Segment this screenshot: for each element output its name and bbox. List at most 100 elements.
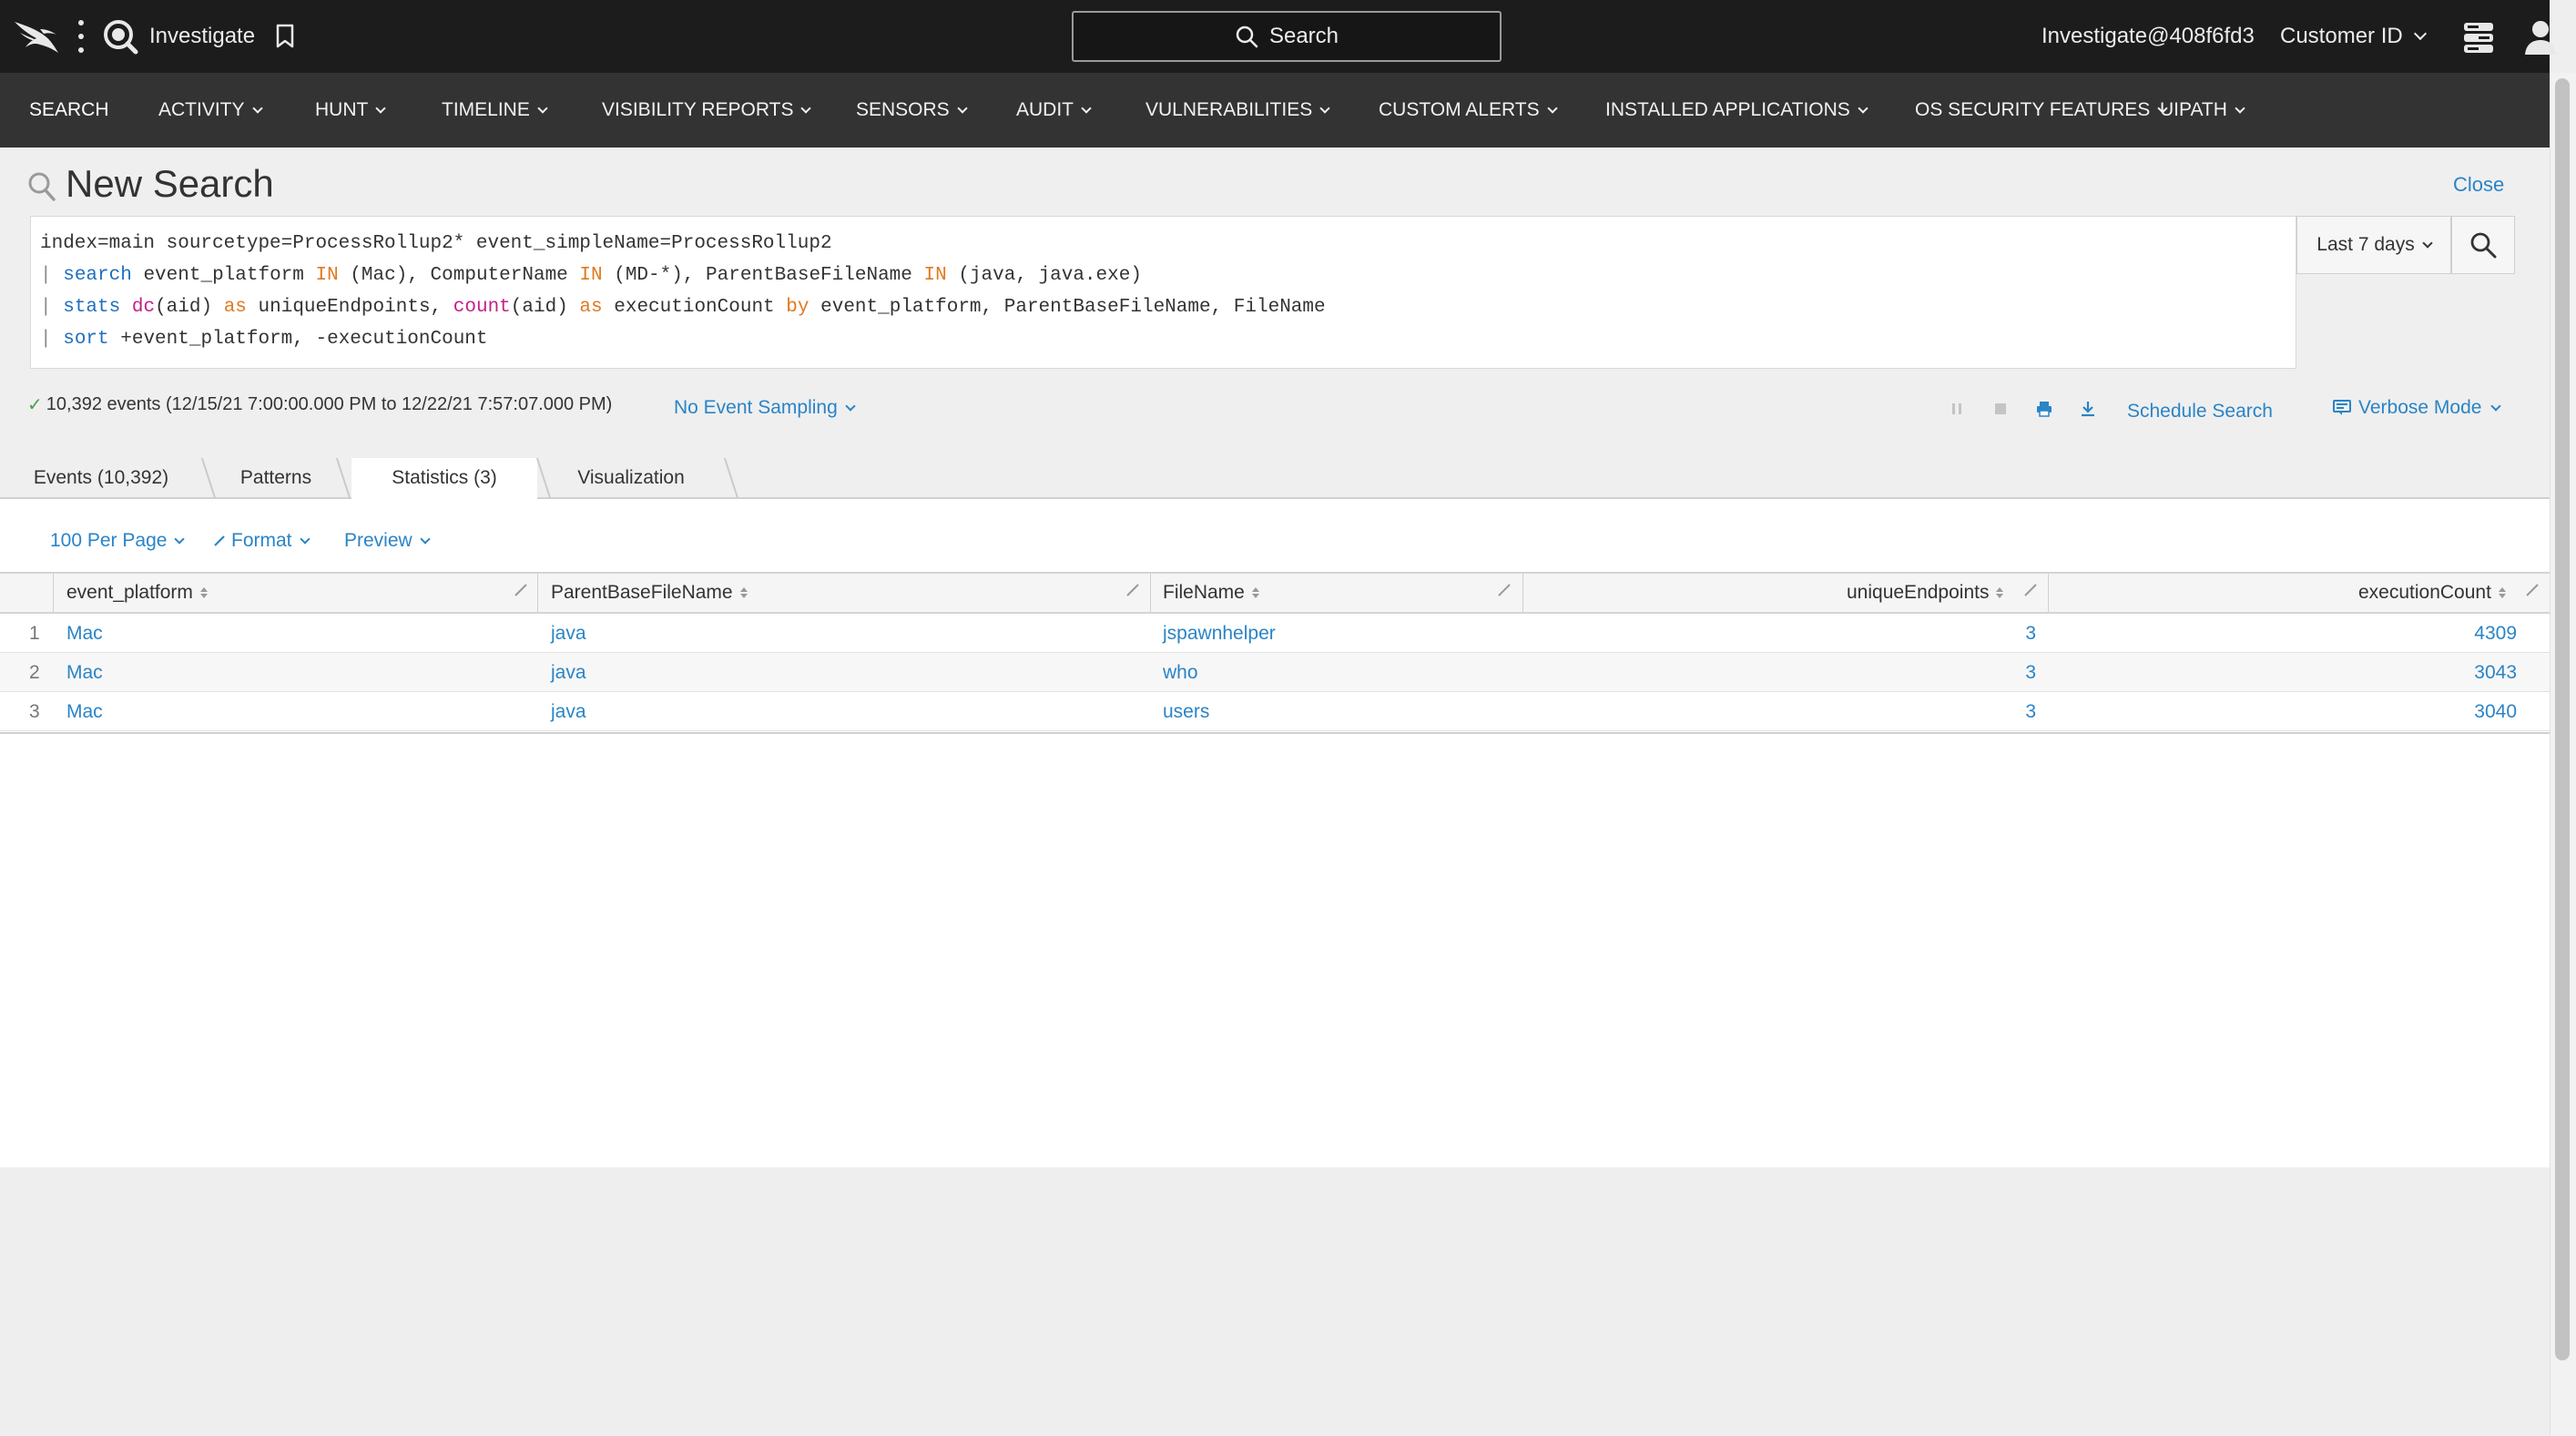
cell-unique-endpoints[interactable]: 3 xyxy=(1958,692,2036,731)
cell-execution-count[interactable]: 3040 xyxy=(2413,692,2517,731)
print-icon[interactable] xyxy=(2034,399,2054,419)
query-text: index=main sourcetype=ProcessRollup2* ev… xyxy=(40,233,832,254)
tab-visualization[interactable]: Visualization xyxy=(552,458,710,498)
download-icon[interactable] xyxy=(2078,399,2098,419)
nav-visibility-reports-label: VISIBILITY REPORTS xyxy=(602,99,794,120)
edit-column-icon[interactable] xyxy=(1497,583,1512,597)
cell-unique-endpoints[interactable]: 3 xyxy=(1958,614,2036,653)
search-icon xyxy=(1236,25,1258,48)
cell-parent-base-file-name[interactable]: java xyxy=(551,653,586,692)
nav-timeline[interactable]: TIMELINE xyxy=(442,73,548,148)
column-header-parent-base-file-name[interactable]: ParentBaseFileName xyxy=(551,572,748,614)
edit-column-icon[interactable] xyxy=(1125,583,1140,597)
customer-id-dropdown[interactable]: Customer ID xyxy=(2280,24,2427,49)
query-text: (aid) xyxy=(155,297,213,318)
falcon-logo-icon[interactable] xyxy=(13,16,62,56)
nav-search[interactable]: SEARCH xyxy=(29,73,109,148)
chevron-down-icon xyxy=(174,534,186,545)
chevron-down-icon xyxy=(2490,401,2502,412)
stop-icon[interactable] xyxy=(1991,399,2011,419)
query-line-4: | sort +event_platform, -executionCount xyxy=(40,323,2286,355)
customer-id-label: Customer ID xyxy=(2280,24,2403,48)
query-text: executionCount xyxy=(614,297,775,318)
global-search-button[interactable]: Search xyxy=(1072,11,1502,62)
checkmark-icon: ✓ xyxy=(27,395,43,415)
nav-audit-label: AUDIT xyxy=(1016,99,1074,120)
edit-column-icon[interactable] xyxy=(514,583,528,597)
column-header-unique-endpoints[interactable]: uniqueEndpoints xyxy=(1847,572,2004,614)
format-label: Format xyxy=(231,530,292,551)
bookmark-icon[interactable] xyxy=(275,24,295,49)
cell-file-name[interactable]: jspawnhelper xyxy=(1163,614,1276,653)
search-mode-dropdown[interactable]: Verbose Mode xyxy=(2333,397,2502,419)
cell-file-name[interactable]: who xyxy=(1163,653,1198,692)
nav-search-label: SEARCH xyxy=(29,99,109,120)
stack-icon[interactable] xyxy=(2462,20,2495,55)
event-sampling-dropdown[interactable]: No Event Sampling xyxy=(674,397,856,419)
user-profile-icon[interactable] xyxy=(2522,18,2559,56)
user-email[interactable]: Investigate@408f6fd3 xyxy=(2041,24,2255,49)
nav-os-security-features[interactable]: OS SECURITY FEATURES xyxy=(1915,73,2168,148)
nav-sensors[interactable]: SENSORS xyxy=(856,73,968,148)
column-header-event-platform[interactable]: event_platform xyxy=(66,572,208,614)
per-page-dropdown[interactable]: 100 Per Page xyxy=(50,530,186,552)
query-text: event_platform xyxy=(143,265,304,286)
nav-hunt[interactable]: HUNT xyxy=(315,73,386,148)
cell-event-platform[interactable]: Mac xyxy=(66,692,103,731)
close-link[interactable]: Close xyxy=(2453,173,2504,197)
tab-events[interactable]: Events (10,392) xyxy=(0,458,202,498)
format-dropdown[interactable]: Format xyxy=(213,530,311,552)
edit-column-icon[interactable] xyxy=(2525,583,2540,597)
nav-vulnerabilities[interactable]: VULNERABILITIES xyxy=(1145,73,1330,148)
chevron-down-icon xyxy=(2422,238,2433,249)
nav-activity[interactable]: ACTIVITY xyxy=(158,73,263,148)
preview-label: Preview xyxy=(344,530,412,551)
column-divider xyxy=(2048,574,2049,612)
cell-execution-count[interactable]: 4309 xyxy=(2413,614,2517,653)
cell-unique-endpoints[interactable]: 3 xyxy=(1958,653,2036,692)
column-divider xyxy=(53,574,54,612)
nav-vulnerabilities-label: VULNERABILITIES xyxy=(1145,99,1313,120)
main-navigation: SEARCH ACTIVITY HUNT TIMELINE VISIBILITY… xyxy=(0,73,2550,148)
cell-event-platform[interactable]: Mac xyxy=(66,614,103,653)
column-header-label: event_platform xyxy=(66,582,193,603)
time-range-picker[interactable]: Last 7 days xyxy=(2296,216,2451,274)
tab-statistics[interactable]: Statistics (3) xyxy=(351,458,537,502)
query-keyword: as xyxy=(223,297,247,318)
query-line-1: index=main sourcetype=ProcessRollup2* ev… xyxy=(40,228,2286,260)
sort-icon xyxy=(1996,587,2004,598)
app-menu-kebab-icon[interactable] xyxy=(76,20,86,53)
cell-parent-base-file-name[interactable]: java xyxy=(551,692,586,731)
sort-icon xyxy=(739,587,748,598)
chevron-down-icon xyxy=(800,103,812,114)
cell-execution-count[interactable]: 3043 xyxy=(2413,653,2517,692)
query-text: (aid) xyxy=(510,297,568,318)
nav-custom-alerts[interactable]: CUSTOM ALERTS xyxy=(1379,73,1558,148)
nav-uipath[interactable]: UIPATH xyxy=(2160,73,2245,148)
nav-installed-applications[interactable]: INSTALLED APPLICATIONS xyxy=(1605,73,1868,148)
cell-parent-base-file-name[interactable]: java xyxy=(551,614,586,653)
schedule-search-link[interactable]: Schedule Search xyxy=(2127,401,2273,423)
query-text: (java, java.exe) xyxy=(958,265,1142,286)
page-scrollbar-thumb[interactable] xyxy=(2555,78,2570,1360)
column-header-file-name[interactable]: FileName xyxy=(1163,572,1259,614)
tab-patterns[interactable]: Patterns xyxy=(217,458,335,498)
cell-file-name[interactable]: users xyxy=(1163,692,1209,731)
run-search-button[interactable] xyxy=(2451,216,2515,274)
chevron-down-icon xyxy=(2413,26,2427,41)
column-header-execution-count[interactable]: executionCount xyxy=(2358,572,2506,614)
pause-icon[interactable] xyxy=(1947,399,1967,419)
nav-activity-label: ACTIVITY xyxy=(158,99,245,120)
edit-column-icon[interactable] xyxy=(2023,583,2038,597)
event-sampling-label: No Event Sampling xyxy=(674,397,838,418)
table-row: 1 Mac java jspawnhelper 3 4309 xyxy=(0,614,2550,653)
chevron-down-icon xyxy=(957,103,968,114)
nav-visibility-reports[interactable]: VISIBILITY REPORTS xyxy=(602,73,812,148)
column-divider xyxy=(1150,574,1151,612)
preview-dropdown[interactable]: Preview xyxy=(344,530,431,552)
chevron-down-icon xyxy=(1546,103,1558,114)
search-query-editor[interactable]: index=main sourcetype=ProcessRollup2* ev… xyxy=(30,216,2296,369)
cell-event-platform[interactable]: Mac xyxy=(66,653,103,692)
nav-audit[interactable]: AUDIT xyxy=(1016,73,1092,148)
query-function: dc xyxy=(131,297,156,318)
